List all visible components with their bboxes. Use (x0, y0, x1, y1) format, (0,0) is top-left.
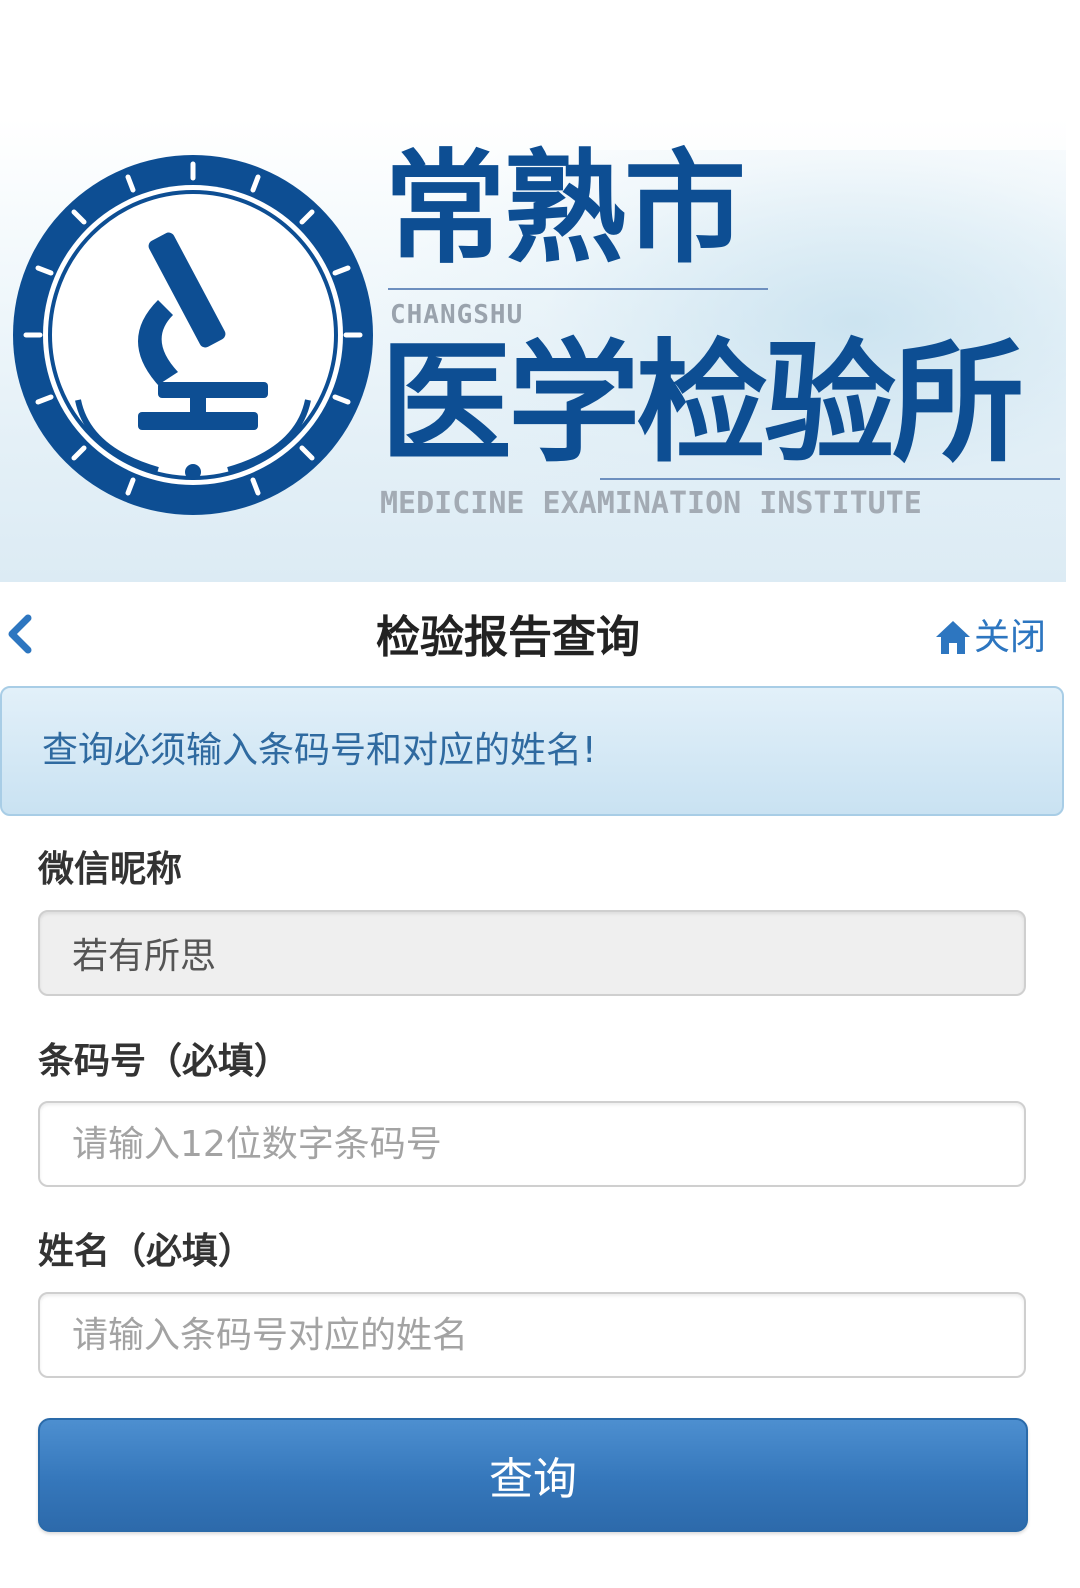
brand-institute-name: 医学检验所 (380, 327, 1024, 481)
page-title: 检验报告查询 (376, 612, 640, 663)
close-button[interactable]: 关闭 (934, 614, 1046, 662)
info-alert: 查询必须输入条码号和对应的姓名! (0, 686, 1064, 816)
alert-message: 查询必须输入条码号和对应的姓名! (42, 730, 597, 771)
brand-divider (600, 478, 1060, 480)
brand-pinyin: CHANGSHU (390, 300, 524, 330)
close-label: 关闭 (973, 617, 1046, 658)
query-button[interactable]: 查询 (38, 1418, 1028, 1532)
barcode-input[interactable] (38, 1101, 1026, 1187)
brand-english-name: MEDICINE EXAMINATION INSTITUTE (380, 486, 922, 521)
header-banner: 常熟市 CHANGSHU 医学检验所 MEDICINE EXAMINATION … (0, 0, 1066, 582)
nickname-field[interactable] (38, 910, 1026, 996)
navigation-bar: 检验报告查询 关闭 (0, 596, 1066, 682)
page: 常熟市 CHANGSHU 医学检验所 MEDICINE EXAMINATION … (0, 0, 1080, 1588)
name-label: 姓名（必填） (38, 1231, 255, 1272)
microscope-seal-logo (13, 155, 373, 515)
brand-divider (388, 288, 768, 290)
name-input[interactable] (38, 1292, 1026, 1378)
barcode-label: 条码号（必填） (38, 1041, 291, 1082)
home-icon (935, 621, 970, 654)
brand-city-name: 常熟市 (384, 138, 746, 280)
nickname-label: 微信昵称 (38, 849, 183, 890)
